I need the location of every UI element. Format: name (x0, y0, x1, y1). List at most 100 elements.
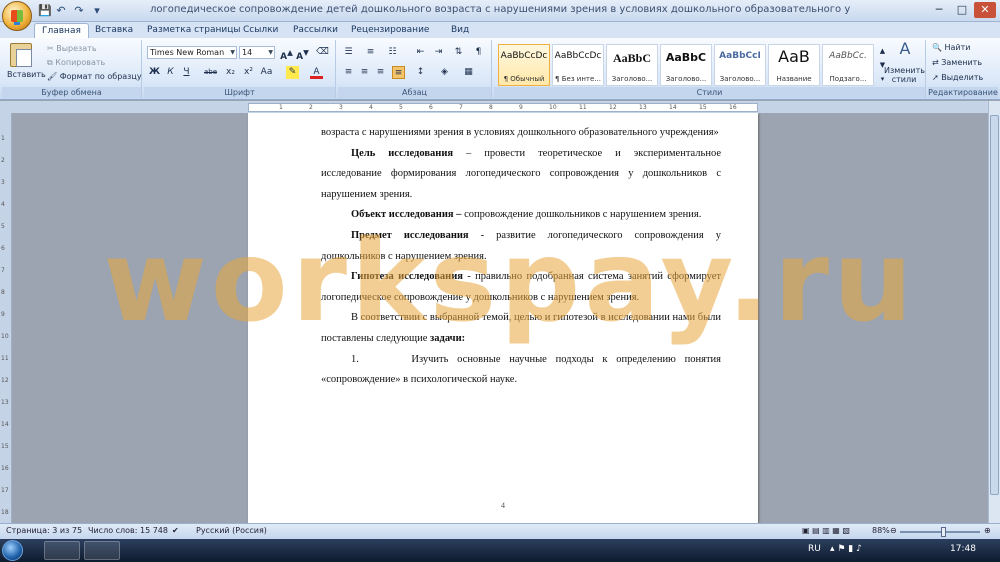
title-bar: 💾 ↶ ↷ ▾ логопедическое сопровождение дет… (0, 0, 1000, 31)
spellcheck-icon[interactable]: ✔ (172, 526, 179, 535)
shading-icon[interactable]: ◈ (438, 66, 451, 79)
line-spacing-icon[interactable]: ↕ (414, 66, 427, 79)
borders-icon[interactable]: ▦ (462, 66, 475, 79)
zoom-slider[interactable] (900, 527, 980, 537)
word-count-status[interactable]: Число слов: 15 748 (88, 526, 168, 535)
taskbar-app-1[interactable] (44, 541, 80, 560)
ruler-tick: 15 (1, 443, 9, 450)
numbering-icon[interactable]: ≡ (364, 46, 377, 59)
tab-review[interactable]: Рецензирование (344, 23, 436, 38)
horizontal-ruler[interactable]: 1 2 3 4 5 6 7 8 9 10 11 12 13 14 15 16 (0, 101, 1000, 113)
style-heading-3[interactable]: AaBbCcI Заголово... (714, 44, 766, 86)
style-no-spacing[interactable]: AaBbCcDc ¶ Без инте... (552, 44, 604, 86)
shrink-font-icon[interactable]: A▼ (296, 46, 309, 62)
paragraph-goal: Цель исследования – провести теоретическ… (321, 144, 721, 206)
paste-button[interactable]: Вставить (7, 70, 46, 79)
change-case-icon[interactable]: Aa (260, 66, 273, 79)
style-heading-1[interactable]: AaBbC Заголово... (606, 44, 658, 86)
language-status[interactable]: Русский (Россия) (196, 526, 267, 535)
tab-home[interactable]: Главная (34, 23, 89, 38)
copy-button[interactable]: ⧉ Копировать (47, 58, 105, 68)
style-normal[interactable]: AaBbCcDc ¶ Обычный (498, 44, 550, 86)
vertical-ruler[interactable]: 1 2 3 4 5 6 7 8 9 10 11 12 13 14 15 16 17 18 (0, 113, 12, 523)
minimize-button[interactable]: ─ (928, 2, 950, 18)
align-left-icon[interactable]: ≡ (342, 66, 355, 79)
page-text[interactable]: возраста с нарушениями зрения в условиях… (321, 123, 721, 391)
format-painter-button[interactable]: 🖌 Формат по образцу (47, 72, 142, 81)
zoom-out-icon[interactable]: ⊖ (890, 526, 897, 535)
highlight-icon[interactable]: ✎ (286, 66, 299, 79)
view-layout-icons[interactable]: ▣ ▤ ▥ ▦ ▧ (802, 526, 850, 535)
maximize-button[interactable]: □ (951, 2, 973, 18)
align-center-icon[interactable]: ≡ (358, 66, 371, 79)
change-styles-button[interactable]: Изменить стили (884, 66, 925, 84)
strikethrough-icon[interactable]: abe (204, 66, 217, 79)
ruler-tick: 11 (579, 104, 587, 111)
ruler-tick: 2 (1, 157, 5, 164)
find-button[interactable]: 🔍 Найти (932, 43, 971, 52)
bold-icon[interactable]: Ж (148, 66, 161, 79)
undo-icon[interactable]: ↶ (54, 4, 68, 18)
underline-icon[interactable]: Ч (180, 66, 193, 79)
font-size-combo[interactable]: 14 ▼ (239, 46, 275, 59)
taskbar: RU ▴ ⚑ ▮ ♪ 17:48 (0, 539, 1000, 562)
style-title[interactable]: AaB Название (768, 44, 820, 86)
increase-indent-icon[interactable]: ⇥ (432, 46, 445, 59)
sort-icon[interactable]: ⇅ (452, 46, 465, 59)
font-size-value: 14 (242, 48, 253, 57)
clock[interactable]: 17:48 (950, 544, 976, 554)
clear-format-icon[interactable]: ⌫ (316, 46, 329, 59)
italic-icon[interactable]: К (164, 66, 177, 79)
multilevel-list-icon[interactable]: ☷ (386, 46, 399, 59)
tab-view[interactable]: Вид (444, 23, 476, 38)
grow-font-icon[interactable]: A▲ (280, 46, 293, 62)
zoom-slider-thumb[interactable] (941, 527, 946, 537)
align-right-icon[interactable]: ≡ (374, 66, 387, 79)
zoom-level[interactable]: 88% (872, 526, 890, 535)
change-styles-icon[interactable]: A (890, 41, 920, 57)
cut-button[interactable]: ✂ Вырезать (47, 44, 97, 53)
superscript-icon[interactable]: x² (242, 66, 255, 79)
tab-insert[interactable]: Вставка (88, 23, 140, 38)
replace-button[interactable]: ⇄ Заменить (932, 58, 982, 67)
ruler-tick: 13 (639, 104, 647, 111)
font-name-combo[interactable]: Times New Roman ▼ (147, 46, 237, 59)
decrease-indent-icon[interactable]: ⇤ (414, 46, 427, 59)
bullets-icon[interactable]: ☰ (342, 46, 355, 59)
save-icon[interactable]: 💾 (38, 4, 52, 18)
justify-icon[interactable]: ≡ (392, 66, 405, 79)
list-item: 1. Изучить основные научные подходы к оп… (321, 350, 721, 391)
style-sample: AaB (778, 47, 810, 66)
redo-icon[interactable]: ↷ (72, 4, 86, 18)
tasks-label: задачи: (430, 332, 466, 344)
styles-group: AaBbCcDc ¶ Обычный AaBbCcDc ¶ Без инте..… (494, 40, 926, 98)
tray-icons[interactable]: ▴ ⚑ ▮ ♪ (830, 544, 862, 554)
scrollbar-thumb[interactable] (990, 115, 999, 495)
select-button[interactable]: ➚ Выделить (932, 73, 983, 82)
style-subtitle[interactable]: AaBbCc. Подзаго... (822, 44, 874, 86)
tab-page-layout[interactable]: Разметка страницы (140, 23, 248, 38)
office-button[interactable] (2, 1, 32, 31)
pilcrow-icon[interactable]: ¶ (472, 46, 485, 59)
tab-mailings[interactable]: Рассылки (286, 23, 345, 38)
tab-references[interactable]: Ссылки (236, 23, 285, 38)
ruler-tick: 2 (309, 104, 313, 111)
language-indicator[interactable]: RU (808, 544, 821, 554)
cut-label: Вырезать (56, 44, 97, 53)
start-button[interactable] (2, 540, 23, 561)
qat-customize-icon[interactable]: ▾ (90, 4, 104, 18)
ruler-tick: 7 (1, 267, 5, 274)
page-count-status[interactable]: Страница: 3 из 75 (6, 526, 82, 535)
subscript-icon[interactable]: x₂ (224, 66, 237, 79)
taskbar-app-2[interactable] (84, 541, 120, 560)
document-area[interactable]: возраста с нарушениями зрения в условиях… (12, 113, 988, 523)
paste-icon[interactable] (10, 43, 32, 67)
close-button[interactable]: ✕ (974, 2, 996, 18)
vertical-scrollbar[interactable] (988, 101, 1000, 523)
select-label: Выделить (941, 73, 984, 82)
font-color-icon[interactable]: A (310, 66, 323, 79)
document-page[interactable]: возраста с нарушениями зрения в условиях… (248, 113, 758, 523)
ruler-tick: 5 (399, 104, 403, 111)
style-heading-2[interactable]: AaBbC Заголово... (660, 44, 712, 86)
zoom-in-icon[interactable]: ⊕ (984, 526, 991, 535)
